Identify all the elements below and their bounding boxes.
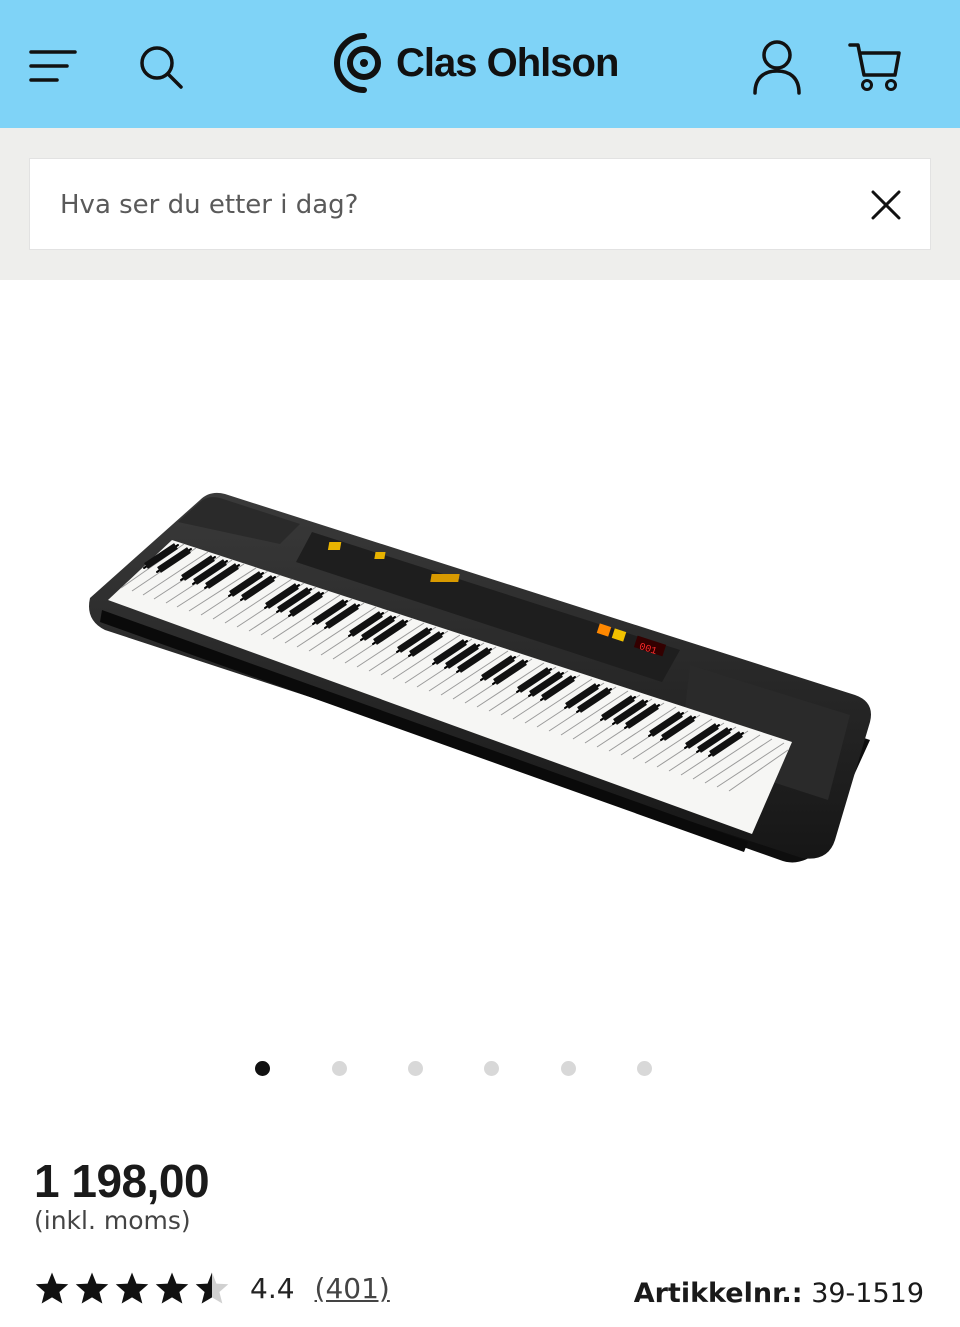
logo-mark-icon [334,33,381,93]
star-full-icon [115,1272,149,1304]
user-account-icon [753,40,801,95]
close-icon [871,190,901,220]
hamburger-menu-icon [29,50,77,82]
reviews-link[interactable]: (401) [315,1272,390,1305]
search-input[interactable] [60,159,840,251]
top-header: Clas Ohlson [0,0,960,128]
product-price: 1 198,00 [34,1155,210,1207]
star-full-icon [75,1272,109,1304]
cart-button[interactable] [842,34,908,100]
star-full-icon [155,1272,189,1304]
brand-name: Clas Ohlson [396,40,619,85]
image-carousel-dots [248,1061,668,1079]
shopping-cart-icon [848,43,901,91]
rating-stars [34,1271,230,1305]
account-button[interactable] [744,34,810,100]
search-button[interactable] [130,36,192,98]
brand-logo[interactable]: Clas Ohlson [334,30,619,96]
carousel-dot-6[interactable] [637,1061,652,1076]
search-area [0,128,960,280]
carousel-dot-2[interactable] [332,1061,347,1076]
product-image[interactable]: 001 [80,470,880,880]
rating-value: 4.4 [250,1271,295,1305]
star-full-icon [35,1272,69,1304]
carousel-dot-4[interactable] [484,1061,499,1076]
carousel-dot-5[interactable] [561,1061,576,1076]
carousel-dot-3[interactable] [408,1061,423,1076]
clear-search-button[interactable] [862,181,910,229]
article-number: Artikkelnr.: 39-1519 [634,1278,924,1309]
carousel-dot-1[interactable] [255,1061,270,1076]
article-number-value: 39-1519 [811,1278,924,1309]
search-box [29,158,931,251]
vat-note: (inkl. moms) [34,1206,191,1235]
article-number-label: Artikkelnr.: [633,1278,803,1309]
star-half-icon [195,1272,229,1304]
menu-button[interactable] [22,38,84,94]
search-icon [140,46,183,89]
product-rating: 4.4 (401) [34,1268,390,1308]
